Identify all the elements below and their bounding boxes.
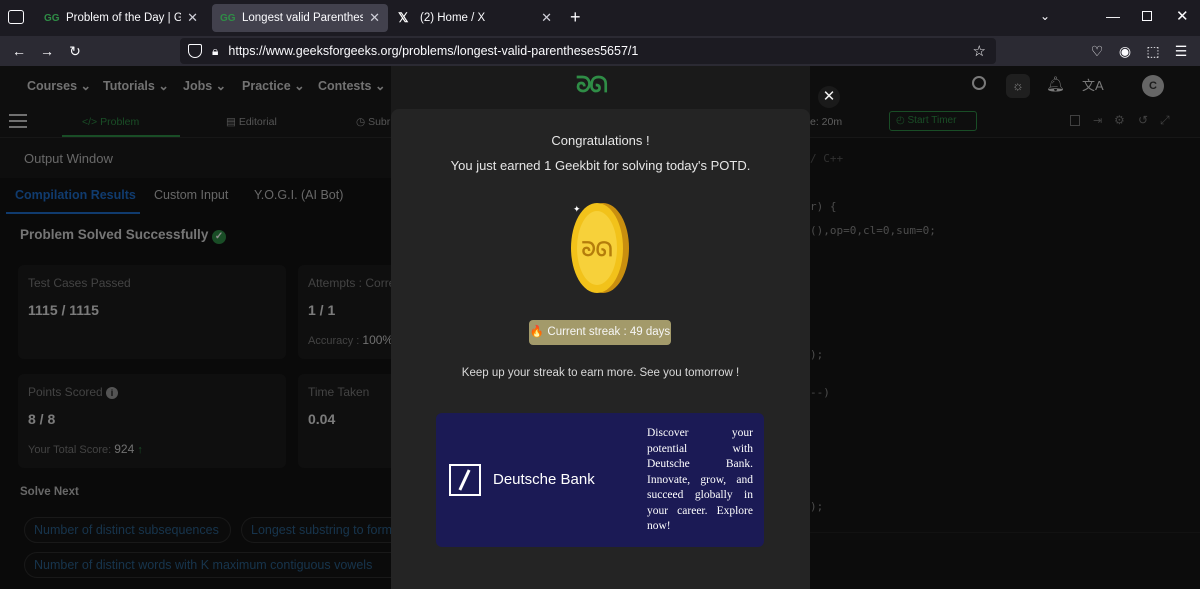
geekbit-coin-icon: ᘐᘏ ✦ (571, 203, 629, 293)
browser-tab-strip: GG Problem of the Day | GeeksforG ✕ GG L… (0, 0, 1200, 36)
congratulations-modal: Congratulations ! You just earned 1 Geek… (391, 109, 810, 589)
new-tab-icon[interactable]: + (570, 7, 581, 28)
streak-badge: 🔥 Current streak : 49 days (529, 320, 671, 345)
streak-message: Keep up your streak to earn more. See yo… (461, 367, 740, 379)
x-logo-icon: 𝕏 (398, 10, 409, 25)
tab-overview-icon[interactable] (8, 10, 24, 24)
menu-icon[interactable]: ☰ (1172, 42, 1190, 60)
browser-toolbar: ← → ↻ 🔒︎ https://www.geeksforgeeks.org/p… (0, 36, 1200, 66)
tab-title: (2) Home / X (420, 12, 486, 24)
pocket-icon[interactable]: ♡ (1088, 42, 1106, 60)
modal-close-button[interactable]: ✕ (818, 86, 840, 108)
gfg-favicon-icon: GG (44, 12, 60, 24)
modal-backdrop[interactable] (0, 66, 391, 589)
close-tab-icon[interactable]: ✕ (369, 10, 380, 26)
ad-brand-name: Deutsche Bank (493, 471, 595, 488)
gfg-logo-icon[interactable]: ᘐᘏ (576, 72, 608, 98)
tab-list-chevron-icon[interactable]: ⌄ (1040, 9, 1050, 23)
tab-title: Problem of the Day | GeeksforG (66, 12, 182, 24)
close-tab-icon[interactable]: ✕ (187, 10, 198, 26)
close-window-icon[interactable]: ✕ (1176, 7, 1189, 25)
tab-title: Longest valid Parentheses | Prac (242, 12, 364, 24)
reload-icon[interactable]: ↻ (66, 42, 84, 60)
restore-icon[interactable] (1142, 11, 1152, 21)
extensions-icon[interactable]: ⬚ (1144, 42, 1162, 60)
modal-title: Congratulations ! (551, 133, 650, 148)
modal-subtitle: You just earned 1 Geekbit for solving to… (450, 158, 751, 173)
back-icon[interactable]: ← (10, 42, 28, 60)
modal-backdrop[interactable] (810, 66, 1200, 589)
url-text[interactable]: https://www.geeksforgeeks.org/problems/l… (228, 44, 638, 58)
ad-text: Discover your potential with Deutsche Ba… (647, 427, 753, 532)
lock-icon[interactable]: 🔒︎ (212, 44, 218, 59)
url-bar[interactable]: 🔒︎ https://www.geeksforgeeks.org/problem… (180, 38, 996, 64)
minimize-icon[interactable]: — (1106, 8, 1120, 24)
gfg-favicon-icon: GG (220, 12, 236, 24)
svg-text:✦: ✦ (573, 204, 581, 214)
forward-icon[interactable]: → (38, 42, 56, 60)
browser-tab-active[interactable]: GG Longest valid Parentheses | Prac ✕ (212, 4, 388, 32)
browser-tab-x[interactable]: 𝕏 (2) Home / X ✕ (390, 4, 560, 32)
account-icon[interactable]: ◉ (1116, 42, 1134, 60)
deutsche-bank-logo-icon (449, 464, 481, 496)
svg-text:ᘐᘏ: ᘐᘏ (582, 237, 613, 261)
close-tab-icon[interactable]: ✕ (541, 10, 552, 26)
shield-icon[interactable] (188, 44, 202, 58)
bookmark-star-icon[interactable]: ☆ (973, 42, 986, 60)
browser-tab-potd[interactable]: GG Problem of the Day | GeeksforG ✕ (36, 4, 206, 32)
close-icon: ✕ (822, 88, 836, 105)
deutsche-bank-ad[interactable]: Deutsche Bank Discover your potential wi… (436, 413, 764, 547)
